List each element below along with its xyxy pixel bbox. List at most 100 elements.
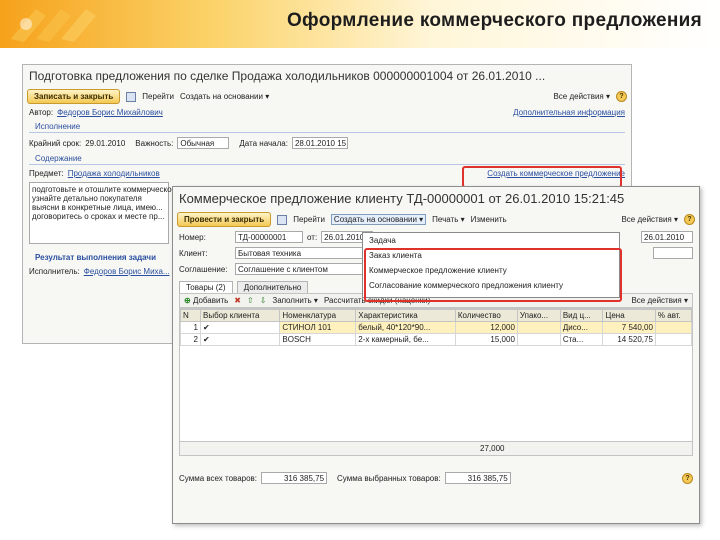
all-actions-menu[interactable]: Все действия ▾ — [621, 215, 678, 224]
column-header[interactable]: Упако... — [516, 309, 561, 322]
qty-cell[interactable]: 15,000 — [454, 333, 518, 346]
sum-all-label: Сумма всех товаров: — [179, 473, 258, 483]
task-window-title: Подготовка предложения по сделке Продажа… — [29, 69, 546, 83]
create-basis-menu[interactable]: Создать на основании ▾ — [330, 214, 427, 225]
highlight-dropdown — [364, 248, 622, 302]
table-header-row: N Выбор клиента Номенклатура Характерист… — [180, 309, 692, 322]
char-cell[interactable]: 2-х камерный, бе... — [355, 333, 456, 346]
pack-cell[interactable] — [516, 333, 561, 346]
totals-row: 27,000 — [179, 442, 693, 456]
table-all-actions-menu[interactable]: Все действия ▾ — [631, 296, 688, 305]
column-header[interactable]: Цена — [602, 309, 656, 322]
char-cell[interactable]: белый, 40*120*90... — [355, 321, 456, 334]
author-row: Автор: Федоров Борис Михайлович Дополнит… — [23, 106, 631, 119]
column-header[interactable]: Количество — [454, 309, 518, 322]
price-type-cell[interactable]: Ста... — [559, 333, 604, 346]
column-header[interactable]: Выбор клиента — [199, 309, 281, 322]
sum-selected-label: Сумма выбранных товаров: — [337, 473, 441, 483]
date-label: от: — [307, 232, 318, 242]
tab-additional[interactable]: Дополнительно — [236, 281, 309, 293]
print-menu[interactable]: Печать ▾ — [432, 215, 464, 224]
start-date-label: Дата начала: — [239, 138, 288, 148]
delete-icon[interactable]: ✖ — [234, 296, 241, 305]
deadline-label: Крайний срок: — [29, 138, 82, 148]
qty-cell[interactable]: 12,000 — [454, 321, 518, 334]
save-icon[interactable] — [277, 214, 288, 225]
additional-info-link[interactable]: Дополнительная информация — [513, 108, 625, 117]
offer-window-title: Коммерческое предложение клиенту ТД-0000… — [179, 191, 625, 206]
move-up-icon[interactable]: ⇧ — [247, 296, 254, 305]
sums-row: Сумма всех товаров: 316 385,75 Сумма выб… — [173, 470, 699, 486]
offer-toolbar: Провести и закрыть Перейти Создать на ос… — [173, 210, 699, 229]
save-icon[interactable] — [126, 91, 137, 102]
right-date-field[interactable]: 26.01.2010 — [641, 231, 693, 243]
importance-field[interactable]: Обычная — [177, 137, 230, 149]
column-header[interactable]: N — [180, 309, 201, 322]
performer-label: Исполнитель: — [29, 267, 80, 276]
column-header[interactable]: Характеристика — [355, 309, 456, 322]
table-row[interactable]: 1 ✔ СТИНОЛ 101 белый, 40*120*90... 12,00… — [180, 321, 692, 334]
execution-section-header: Исполнение — [29, 121, 625, 133]
description-line: договоритесь о сроках и месте пр... — [32, 212, 165, 221]
menu-item-task[interactable]: Задача — [363, 233, 619, 248]
column-header[interactable]: Номенклатура — [279, 309, 357, 322]
description-line: узнайте детально покупателя — [32, 194, 142, 203]
author-link[interactable]: Федоров Борис Михайлович — [57, 108, 163, 117]
item-cell[interactable]: СТИНОЛ 101 — [279, 321, 357, 334]
auto-cell[interactable] — [654, 333, 692, 346]
help-icon[interactable]: ? — [684, 214, 695, 225]
choice-cell[interactable]: ✔ — [199, 321, 281, 334]
search-field[interactable] — [653, 247, 693, 259]
change-button[interactable]: Изменить — [471, 215, 507, 224]
content-section-header: Содержание — [29, 153, 625, 165]
all-actions-menu[interactable]: Все действия ▾ — [553, 92, 610, 101]
sum-all-field: 316 385,75 — [261, 472, 328, 484]
goods-table: N Выбор клиента Номенклатура Характерист… — [180, 309, 692, 346]
go-to-menu[interactable]: Перейти — [293, 215, 325, 224]
slide-title: Оформление коммерческого предложения — [286, 10, 702, 31]
column-header[interactable]: % авт. — [654, 309, 692, 322]
go-to-menu[interactable]: Перейти — [142, 92, 174, 101]
tab-goods[interactable]: Товары (2) — [179, 281, 233, 293]
add-row-button[interactable]: ⊕ Добавить — [184, 296, 228, 305]
move-down-icon[interactable]: ⇩ — [260, 296, 267, 305]
subject-link[interactable]: Продажа холодильников — [68, 169, 160, 178]
pack-cell[interactable] — [516, 321, 561, 334]
price-cell[interactable]: 14 520,75 — [602, 333, 656, 346]
auto-cell[interactable] — [654, 321, 692, 334]
table-row[interactable]: 2 ✔ BOSCH 2-х камерный, бе... 15,000 Ста… — [180, 333, 692, 346]
help-icon[interactable]: ? — [616, 91, 627, 102]
description-area[interactable]: подготовьте и отошлите коммерческое узна… — [29, 182, 177, 244]
client-label: Клиент: — [179, 248, 208, 258]
execution-row: Крайний срок: 29.01.2010 Важность: Обычн… — [23, 135, 631, 151]
row-number: 2 — [180, 333, 201, 346]
description-line: подготовьте и отошлите коммерческое — [32, 185, 177, 194]
number-field[interactable]: ТД-00000001 — [235, 231, 303, 243]
start-date-field[interactable]: 28.01.2010 15 — [291, 137, 348, 149]
create-basis-menu[interactable]: Создать на основании ▾ — [180, 92, 269, 101]
importance-label: Важность: — [135, 138, 174, 148]
price-type-cell[interactable]: Дисо... — [559, 321, 604, 334]
deadline-value[interactable]: 29.01.2010 — [85, 139, 125, 148]
help-icon[interactable]: ? — [682, 472, 693, 484]
slide-header: Оформление коммерческого предложения — [0, 0, 720, 48]
total-qty: 27,000 — [480, 444, 505, 453]
performer-link[interactable]: Федоров Борис Миха... — [84, 267, 170, 276]
column-header[interactable]: Вид ц... — [559, 309, 604, 322]
description-line: выясни в конкретные лица, имею... — [32, 203, 163, 212]
save-close-button[interactable]: Записать и закрыть — [27, 89, 121, 104]
client-field[interactable]: Бытовая техника — [235, 247, 367, 259]
company-logo-icon — [11, 9, 96, 42]
sum-selected-field: 316 385,75 — [444, 472, 511, 484]
agreement-field[interactable]: Соглашение с клиентом — [235, 263, 367, 275]
post-close-button[interactable]: Провести и закрыть — [177, 212, 272, 227]
subject-label: Предмет: — [29, 169, 64, 178]
price-cell[interactable]: 7 540,00 — [602, 321, 656, 334]
item-cell[interactable]: BOSCH — [279, 333, 357, 346]
author-label: Автор: — [29, 108, 54, 117]
number-label: Номер: — [179, 232, 206, 242]
highlight-create-offer — [462, 166, 622, 188]
choice-cell[interactable]: ✔ — [199, 333, 281, 346]
fill-menu[interactable]: Заполнить ▾ — [272, 296, 318, 305]
task-toolbar: Записать и закрыть Перейти Создать на ос… — [23, 87, 631, 106]
